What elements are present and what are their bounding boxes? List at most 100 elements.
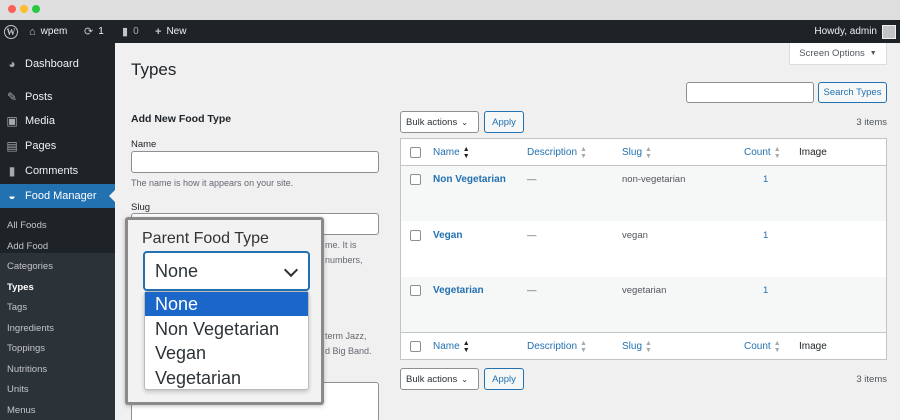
column-slug[interactable]: Slug ▲ ▼: [622, 139, 652, 166]
select-all-checkbox[interactable]: [410, 341, 421, 352]
row-name-link[interactable]: Vegetarian: [433, 285, 484, 296]
wordpress-logo-link[interactable]: W: [4, 20, 18, 43]
bulk-actions-select-bottom[interactable]: Bulk actions ⌄: [400, 368, 479, 390]
new-content-link[interactable]: + New: [155, 20, 186, 43]
sort-icon: ▲ ▼: [580, 339, 587, 354]
minimize-window-button[interactable]: [20, 5, 28, 13]
apply-button[interactable]: Apply: [484, 111, 524, 133]
submenu-menus[interactable]: Menus: [7, 405, 36, 416]
refresh-icon: ⟳: [84, 26, 94, 38]
submenu-tags[interactable]: Tags: [7, 302, 27, 313]
close-window-button[interactable]: [8, 5, 16, 13]
items-count: 3 items: [856, 117, 887, 128]
slug-help-text: me. It is: [325, 240, 357, 250]
browser-titlebar: [0, 0, 900, 20]
row-name-link[interactable]: Non Vegetarian: [433, 174, 506, 185]
option-none[interactable]: None: [145, 292, 308, 316]
table-header: Name ▲ ▼ Description ▲ ▼ Slug ▲ ▼ Count ▲ ▼ …: [401, 139, 886, 166]
slug-label: Slug: [131, 202, 151, 213]
submenu-nutritions[interactable]: Nutritions: [7, 364, 47, 375]
submenu-ingredients[interactable]: Ingredients: [7, 323, 54, 334]
column-count[interactable]: Count ▲ ▼: [744, 333, 781, 360]
comment-icon: ▮: [8, 164, 16, 178]
column-count[interactable]: Count ▲ ▼: [744, 139, 781, 166]
submenu-units[interactable]: Units: [7, 384, 29, 395]
submenu-categories[interactable]: Categories: [7, 261, 53, 272]
row-slug: vegan: [622, 230, 648, 241]
sidebar-item-posts[interactable]: ✎ Posts: [0, 85, 115, 109]
submenu-add-food[interactable]: Add Food: [7, 241, 48, 252]
sidebar-item-media[interactable]: ▣ Media: [0, 109, 115, 133]
row-count[interactable]: 1: [763, 230, 768, 241]
maximize-window-button[interactable]: [32, 5, 40, 13]
selected-value: None: [155, 260, 199, 281]
sidebar-item-label: Food Manager: [25, 190, 97, 202]
option-vegan[interactable]: Vegan: [145, 341, 308, 365]
select-all-checkbox[interactable]: [410, 147, 421, 158]
screen-options-button[interactable]: Screen Options ▼: [789, 43, 887, 65]
option-vegetarian[interactable]: Vegetarian: [145, 366, 308, 390]
site-name-link[interactable]: ⌂ wpem: [29, 20, 67, 43]
add-new-form-title: Add New Food Type: [131, 113, 232, 125]
wordpress-icon: W: [4, 24, 18, 39]
sort-icon: ▲ ▼: [773, 339, 781, 354]
column-label: Count: [744, 147, 771, 158]
page-title: Types: [131, 60, 177, 79]
sidebar-item-comments[interactable]: ▮ Comments: [0, 159, 115, 183]
home-icon: ⌂: [29, 25, 36, 38]
submenu-types[interactable]: Types: [7, 282, 34, 293]
types-table: Name ▲ ▼ Description ▲ ▼ Slug ▲ ▼ Count ▲ ▼ …: [400, 138, 887, 360]
parent-food-type-options: None Non Vegetarian Vegan Vegetarian: [144, 291, 309, 390]
sidebar-item-label: Posts: [25, 91, 53, 103]
table-row: Vegetarian — vegetarian 1: [401, 277, 886, 332]
column-image: Image: [799, 333, 827, 360]
sidebar-item-label: Media: [25, 115, 55, 127]
column-description[interactable]: Description ▲ ▼: [527, 333, 587, 360]
row-description: —: [527, 174, 537, 185]
sidebar-item-pages[interactable]: ▤ Pages: [0, 134, 115, 158]
updates-link[interactable]: ⟳ 1: [84, 20, 104, 43]
dashboard-icon: ◕: [8, 57, 16, 71]
sidebar-item-food-manager[interactable]: ◒ Food Manager: [0, 184, 115, 208]
admin-bar: W ⌂ wpem ⟳ 1 ▮ 0 + New Howdy, admin: [0, 20, 900, 43]
row-count[interactable]: 1: [763, 285, 768, 296]
comments-count: 0: [133, 26, 139, 37]
row-description: —: [527, 285, 537, 296]
column-label: Description: [527, 341, 578, 352]
howdy-text: Howdy, admin: [814, 26, 877, 37]
row-slug: non-vegetarian: [622, 174, 686, 185]
column-name[interactable]: Name ▲ ▼: [433, 333, 470, 360]
chevron-down-icon: [283, 262, 299, 278]
row-slug: vegetarian: [622, 285, 667, 296]
row-checkbox[interactable]: [410, 174, 421, 185]
row-count[interactable]: 1: [763, 174, 768, 185]
name-field[interactable]: [131, 151, 379, 173]
account-menu[interactable]: Howdy, admin: [814, 20, 896, 43]
search-types-button[interactable]: Search Types: [818, 82, 887, 103]
submenu-toppings[interactable]: Toppings: [7, 343, 45, 354]
table-footer: Name ▲ ▼ Description ▲ ▼ Slug ▲ ▼ Count ▲ ▼ …: [401, 332, 886, 359]
parent-food-type-select[interactable]: None: [143, 251, 310, 291]
pages-icon: ▤: [6, 139, 18, 153]
row-name-link[interactable]: Vegan: [433, 230, 462, 241]
option-non-vegetarian[interactable]: Non Vegetarian: [145, 317, 308, 341]
screen-options-label: Screen Options: [799, 48, 865, 59]
slug-help-text: numbers,: [325, 255, 363, 265]
column-label: Count: [744, 341, 771, 352]
comments-link[interactable]: ▮ 0: [122, 20, 139, 43]
row-checkbox[interactable]: [410, 230, 421, 241]
column-slug[interactable]: Slug ▲ ▼: [622, 333, 652, 360]
media-icon: ▣: [6, 114, 18, 128]
column-name[interactable]: Name ▲ ▼: [433, 139, 470, 166]
bulk-actions-value: Bulk actions: [406, 373, 458, 385]
pin-icon: ✎: [6, 90, 18, 104]
row-description: —: [527, 230, 537, 241]
column-description[interactable]: Description ▲ ▼: [527, 139, 587, 166]
row-checkbox[interactable]: [410, 285, 421, 296]
submenu-all-foods[interactable]: All Foods: [7, 220, 47, 231]
sort-icon: ▲ ▼: [645, 339, 652, 354]
apply-button-bottom[interactable]: Apply: [484, 368, 524, 390]
search-input[interactable]: [686, 82, 814, 103]
sidebar-item-dashboard[interactable]: ◕ Dashboard: [0, 52, 115, 76]
bulk-actions-select[interactable]: Bulk actions ⌄: [400, 111, 479, 133]
